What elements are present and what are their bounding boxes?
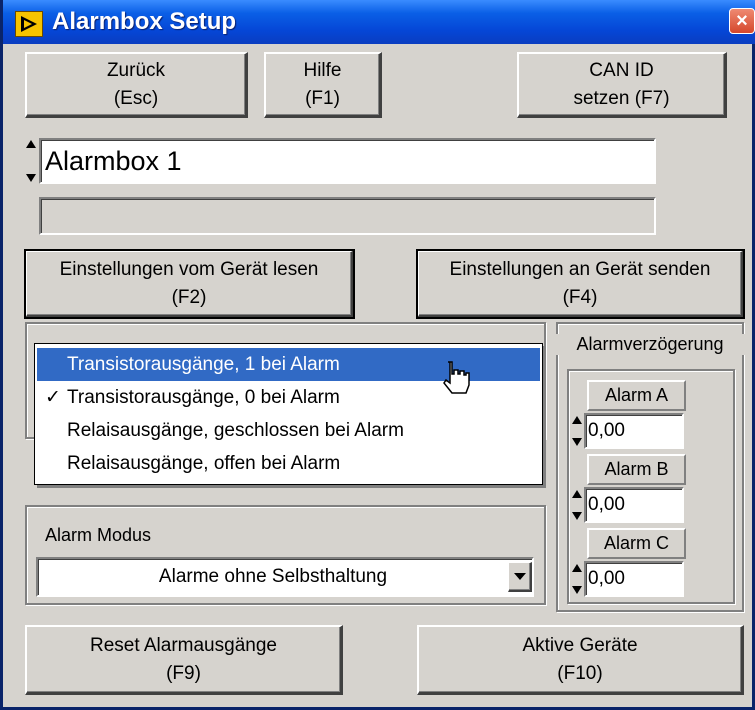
menu-item-label: Transistorausgänge, 0 bei Alarm <box>67 387 340 408</box>
alarm-b-input[interactable]: 0,00 <box>584 487 684 523</box>
help-button[interactable]: Hilfe (F1) <box>264 52 382 118</box>
reset-alarm-outputs-button[interactable]: Reset Alarmausgänge (F9) <box>25 625 343 695</box>
alarm-c-spin-icon[interactable] <box>571 564 583 594</box>
alarmbox-setup-window: Alarmbox Setup × Zurück (Esc) Hilfe (F1)… <box>0 0 755 710</box>
alarm-mode-label: Alarm Modus <box>45 525 152 545</box>
reset-label: Reset Alarmausgänge <box>90 634 277 656</box>
alarm-delay-title: Alarmverzögerung <box>552 334 748 355</box>
read-settings-button[interactable]: Einstellungen vom Gerät lesen (F2) <box>24 249 355 319</box>
alarm-a-spin-icon[interactable] <box>571 416 583 446</box>
alarm-mode-group: Alarm Modus Alarme ohne Selbsthaltung <box>25 505 546 605</box>
device-status-bar <box>39 197 656 235</box>
read-settings-key: (F2) <box>171 286 207 308</box>
back-button-key: (Esc) <box>113 87 159 109</box>
help-button-label: Hilfe <box>303 59 342 81</box>
alarm-b-spin-icon[interactable] <box>571 490 583 520</box>
alarm-mode-select[interactable]: Alarme ohne Selbsthaltung <box>36 557 534 597</box>
menu-item[interactable]: Relaisausgänge, geschlossen bei Alarm <box>37 414 540 447</box>
menu-item[interactable]: Relaisausgänge, offen bei Alarm <box>37 447 540 480</box>
menu-item-label: Relaisausgänge, offen bei Alarm <box>67 453 341 474</box>
send-settings-button[interactable]: Einstellungen an Gerät senden (F4) <box>416 249 745 319</box>
read-settings-label: Einstellungen vom Gerät lesen <box>59 258 319 280</box>
window-title: Alarmbox Setup <box>52 8 237 35</box>
set-can-id-key: setzen (F7) <box>573 87 670 109</box>
dropdown-arrow-icon[interactable] <box>508 562 532 592</box>
send-settings-key: (F4) <box>562 286 598 308</box>
back-button-label: Zurück <box>106 59 166 81</box>
set-can-id-button[interactable]: CAN ID setzen (F7) <box>517 52 727 118</box>
alarm-mode-value: Alarme ohne Selbsthaltung <box>158 566 388 587</box>
hand-cursor-icon <box>440 360 470 399</box>
alarm-a-label: Alarm A <box>587 380 686 411</box>
alarm-c-input[interactable]: 0,00 <box>584 561 684 597</box>
checkmark-icon: ✓ <box>45 387 61 408</box>
alarm-a-input[interactable]: 0,00 <box>584 413 684 449</box>
menu-item-label: Relaisausgänge, geschlossen bei Alarm <box>67 420 404 441</box>
active-devices-key: (F10) <box>557 662 603 684</box>
reset-key: (F9) <box>166 662 201 684</box>
close-icon: × <box>736 10 748 32</box>
alarm-b-label: Alarm B <box>587 454 686 485</box>
help-button-key: (F1) <box>305 87 340 109</box>
alarm-delay-group: Alarmverzögerung Alarm A 0,00 Alarm B 0,… <box>552 322 748 612</box>
app-icon <box>15 11 43 37</box>
device-name-field[interactable]: Alarmbox 1 <box>39 138 656 184</box>
back-button[interactable]: Zurück (Esc) <box>25 52 248 118</box>
title-bar[interactable]: Alarmbox Setup × <box>3 0 755 44</box>
alarm-c-label: Alarm C <box>587 528 686 559</box>
active-devices-label: Aktive Geräte <box>522 634 638 656</box>
close-button[interactable]: × <box>729 8 755 34</box>
set-can-id-label: CAN ID <box>589 59 654 81</box>
active-devices-button[interactable]: Aktive Geräte (F10) <box>417 625 744 695</box>
send-settings-label: Einstellungen an Gerät senden <box>449 258 711 280</box>
menu-item-label: Transistorausgänge, 1 bei Alarm <box>67 354 340 375</box>
device-spin-icon[interactable] <box>25 140 37 182</box>
